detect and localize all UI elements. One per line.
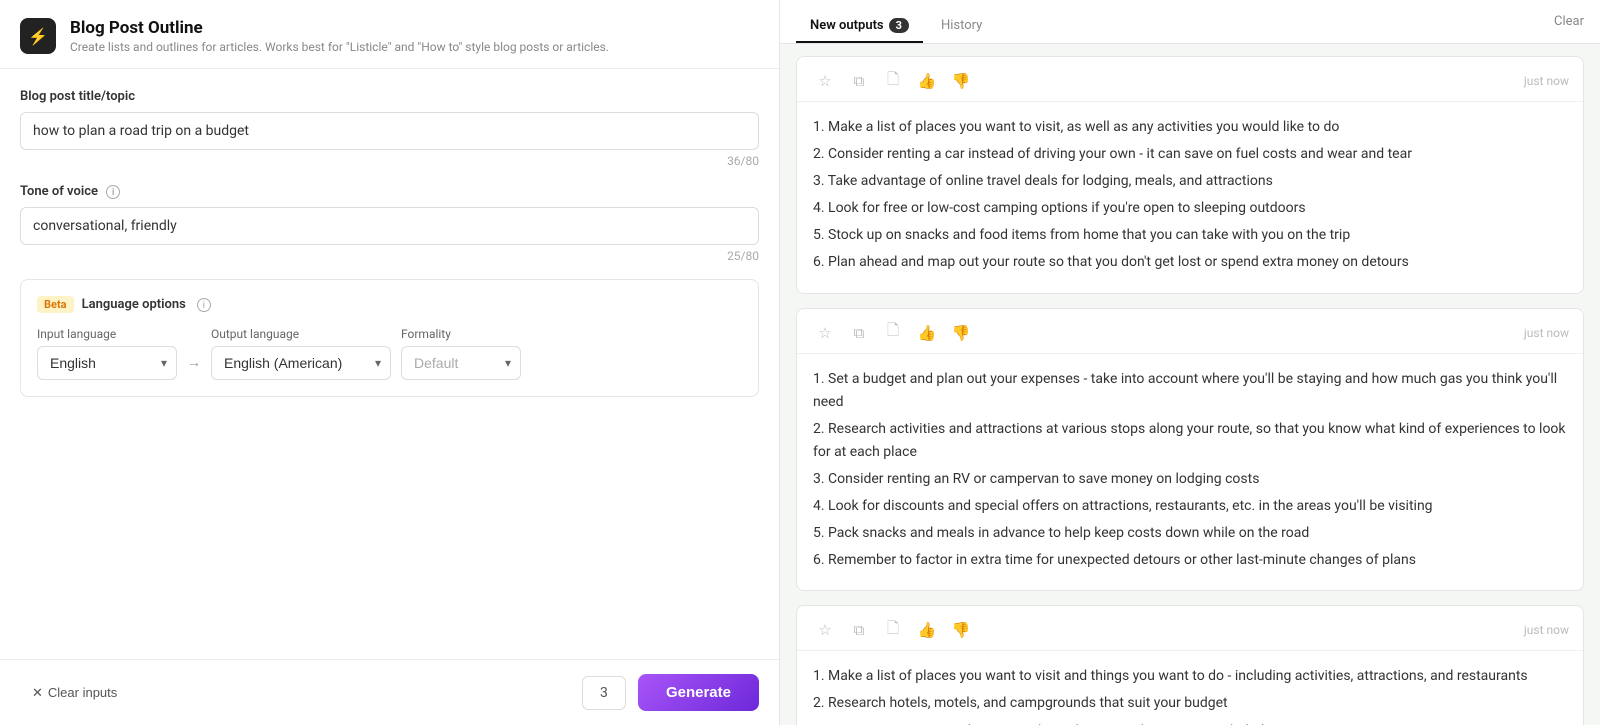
output-language-select[interactable]: English (American) English (British) Fre… (211, 346, 391, 380)
output-language-col: Output language English (American) Engli… (211, 327, 391, 380)
left-panel: ⚡ Blog Post Outline Create lists and out… (0, 0, 780, 725)
list-item: 6. Plan ahead and map out your route so … (813, 251, 1567, 274)
output-content: 1. Set a budget and plan out your expens… (797, 354, 1583, 591)
outputs-area: ☆⧉🗋👍👎just now1. Make a list of places yo… (780, 44, 1600, 725)
clear-inputs-button[interactable]: ✕ Clear inputs (20, 677, 129, 709)
tone-field-group: Tone of voice i 25/80 (20, 184, 759, 263)
input-language-label: Input language (37, 327, 177, 341)
formality-select-wrapper: Default Formal Informal (401, 346, 521, 380)
clear-outputs-link[interactable]: Clear (1554, 14, 1584, 39)
star-icon[interactable]: ☆ (811, 67, 839, 95)
thumbs-down-icon[interactable]: 👎 (947, 319, 975, 347)
language-row: Input language English French Spanish → … (37, 327, 742, 380)
output-content: 1. Make a list of places you want to vis… (797, 102, 1583, 293)
thumbs-down-icon[interactable]: 👎 (947, 616, 975, 644)
tone-input[interactable] (20, 207, 759, 245)
beta-badge: Beta (37, 296, 74, 313)
input-language-col: Input language English French Spanish (37, 327, 177, 380)
output-timestamp: just now (1524, 74, 1569, 88)
doc-icon[interactable]: 🗋 (879, 616, 907, 644)
language-box-header: Beta Language options i (37, 296, 742, 313)
output-card-actions: ☆⧉🗋👍👎 just now (797, 606, 1583, 651)
star-icon[interactable]: ☆ (811, 319, 839, 347)
new-outputs-badge: 3 (889, 18, 909, 33)
list-item: 1. Make a list of places you want to vis… (813, 665, 1567, 688)
input-language-select[interactable]: English French Spanish (37, 346, 177, 380)
language-options-box: Beta Language options i Input language E… (20, 279, 759, 397)
generate-button[interactable]: Generate (638, 674, 759, 711)
form-area: Blog post title/topic 36/80 Tone of voic… (0, 69, 779, 659)
title-field-label: Blog post title/topic (20, 89, 759, 104)
input-language-select-wrapper: English French Spanish (37, 346, 177, 380)
language-options-label: Language options (82, 297, 186, 312)
title-input[interactable] (20, 112, 759, 150)
tabs-bar: New outputs 3 History Clear (780, 0, 1600, 44)
list-item: 3. Consider renting an RV or campervan t… (813, 468, 1567, 491)
doc-icon[interactable]: 🗋 (879, 67, 907, 95)
thumbs-down-icon[interactable]: 👎 (947, 67, 975, 95)
tone-info-icon[interactable]: i (106, 185, 120, 199)
title-char-count: 36/80 (20, 154, 759, 168)
language-info-icon[interactable]: i (197, 298, 211, 312)
list-item: 5. Stock up on snacks and food items fro… (813, 224, 1567, 247)
page-title: Blog Post Outline (70, 18, 609, 38)
star-icon[interactable]: ☆ (811, 616, 839, 644)
list-item: 1. Make a list of places you want to vis… (813, 116, 1567, 139)
copy-icon[interactable]: ⧉ (845, 319, 873, 347)
list-item: 4. Look for discounts and special offers… (813, 495, 1567, 518)
output-card: ☆⧉🗋👍👎 just now 1. Make a list of places yo… (796, 56, 1584, 294)
list-item: 2. Research activities and attractions a… (813, 418, 1567, 464)
tone-char-count: 25/80 (20, 249, 759, 263)
list-item: 4. Look for free or low-cost camping opt… (813, 197, 1567, 220)
formality-col: Formality Default Formal Informal (401, 327, 521, 380)
tab-history[interactable]: History (927, 10, 996, 43)
clear-x-icon: ✕ (32, 685, 43, 701)
list-item: 1. Set a budget and plan out your expens… (813, 368, 1567, 414)
formality-label: Formality (401, 327, 521, 341)
thumbs-up-icon[interactable]: 👍 (913, 616, 941, 644)
thumbs-up-icon[interactable]: 👍 (913, 67, 941, 95)
output-card-actions: ☆⧉🗋👍👎 just now (797, 309, 1583, 354)
list-item: 5. Pack snacks and meals in advance to h… (813, 522, 1567, 545)
output-language-label: Output language (211, 327, 391, 341)
list-item: 3. Take advantage of online travel deals… (813, 170, 1567, 193)
thumbs-up-icon[interactable]: 👍 (913, 319, 941, 347)
output-language-select-wrapper: English (American) English (British) Fre… (211, 346, 391, 380)
list-item: 3. Map out your route with estimated tra… (813, 720, 1567, 725)
app-icon: ⚡ (20, 18, 56, 54)
copy-icon[interactable]: ⧉ (845, 616, 873, 644)
output-timestamp: just now (1524, 623, 1569, 637)
list-item: 2. Consider renting a car instead of dri… (813, 143, 1567, 166)
output-content: 1. Make a list of places you want to vis… (797, 651, 1583, 725)
right-panel: New outputs 3 History Clear ☆⧉🗋👍👎just no… (780, 0, 1600, 725)
output-card: ☆⧉🗋👍👎 just now 1. Make a list of places yo… (796, 605, 1584, 725)
list-item: 2. Research hotels, motels, and campgrou… (813, 692, 1567, 715)
formality-select[interactable]: Default Formal Informal (401, 346, 521, 380)
title-field-group: Blog post title/topic 36/80 (20, 89, 759, 168)
output-timestamp: just now (1524, 326, 1569, 340)
tone-field-label: Tone of voice i (20, 184, 759, 199)
footer: ✕ Clear inputs 3 Generate (0, 659, 779, 725)
output-card: ☆⧉🗋👍👎 just now 1. Set a budget and plan ou… (796, 308, 1584, 592)
tab-new-outputs[interactable]: New outputs 3 (796, 10, 923, 43)
arrow-icon: → (187, 336, 201, 371)
list-item: 6. Remember to factor in extra time for … (813, 549, 1567, 572)
header-text: Blog Post Outline Create lists and outli… (70, 18, 609, 54)
doc-icon[interactable]: 🗋 (879, 319, 907, 347)
count-badge: 3 (582, 676, 626, 710)
copy-icon[interactable]: ⧉ (845, 67, 873, 95)
app-header: ⚡ Blog Post Outline Create lists and out… (0, 0, 779, 69)
page-subtitle: Create lists and outlines for articles. … (70, 40, 609, 54)
output-card-actions: ☆⧉🗋👍👎 just now (797, 57, 1583, 102)
